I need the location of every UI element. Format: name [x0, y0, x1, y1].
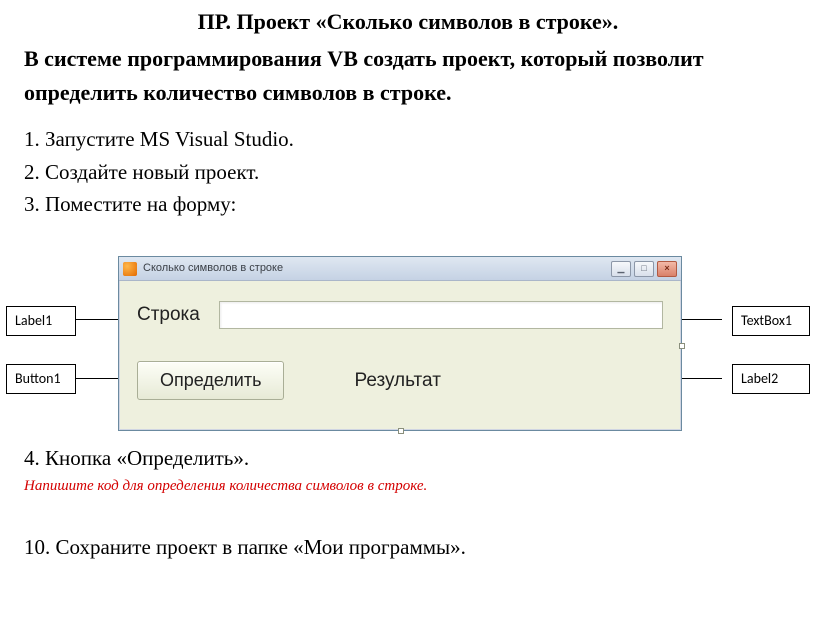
- resize-handle-bottom: [398, 428, 404, 434]
- form-diagram: Label1 Button1 TextBox1 Label2 Сколько с…: [0, 256, 816, 441]
- button-opredelit[interactable]: Определить: [137, 361, 284, 400]
- textbox1[interactable]: [219, 301, 663, 329]
- red-note: Напишите код для определения количества …: [24, 476, 792, 498]
- callout-button1: Button1: [6, 364, 76, 394]
- step-4-text: Кнопка «Определить».: [45, 446, 249, 470]
- callout-label1: Label1: [6, 306, 76, 336]
- step-1: 1. Запустите MS Visual Studio.: [24, 124, 792, 154]
- callout-textbox1: TextBox1: [732, 306, 810, 336]
- window-title: Сколько символов в строке: [143, 261, 611, 277]
- close-button[interactable]: ×: [657, 261, 677, 277]
- app-icon: [123, 262, 137, 276]
- doc-title: ПР. Проект «Сколько символов в строке».: [24, 6, 792, 38]
- step-10: 10. Сохраните проект в папке «Мои програ…: [24, 532, 792, 562]
- step-3: 3. Поместите на форму:: [24, 189, 792, 219]
- label-result: Результат: [354, 367, 440, 395]
- label-stroka: Строка: [137, 301, 213, 329]
- step-4-num: 4.: [24, 446, 45, 470]
- minimize-button[interactable]: ▁: [611, 261, 631, 277]
- resize-handle-right: [679, 343, 685, 349]
- titlebar: Сколько символов в строке ▁ □ ×: [119, 257, 681, 281]
- step-4: 4. Кнопка «Определить».: [24, 443, 792, 473]
- maximize-button[interactable]: □: [634, 261, 654, 277]
- step-2: 2. Создайте новый проект.: [24, 157, 792, 187]
- doc-subtitle: В системе программирования VB создать пр…: [24, 42, 792, 110]
- form-window: Сколько символов в строке ▁ □ × Строка О…: [118, 256, 682, 431]
- callout-label2: Label2: [732, 364, 810, 394]
